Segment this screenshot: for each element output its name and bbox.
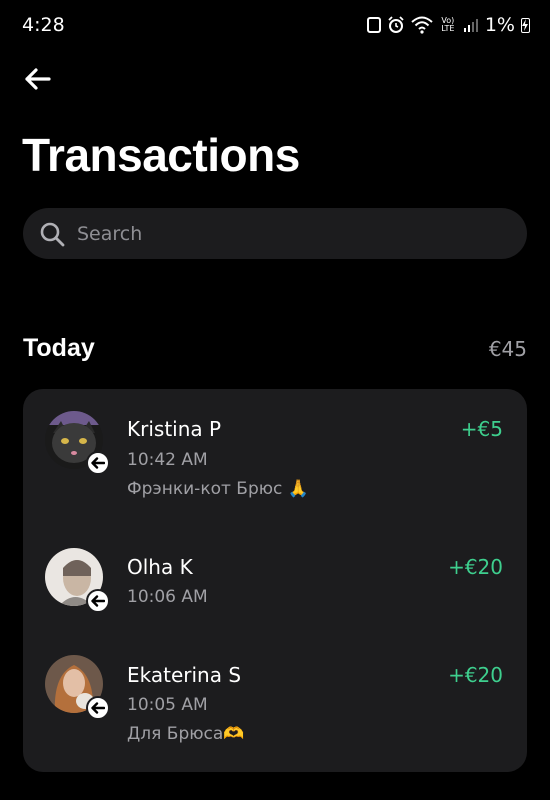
wifi-icon: [411, 16, 433, 34]
battery-charging-icon: [521, 17, 530, 33]
transaction-amount: +€20: [448, 555, 503, 579]
status-time: 4:28: [22, 14, 65, 36]
arrow-left-icon: [25, 68, 51, 90]
sim-icon: [366, 17, 381, 33]
status-icons: Vo) LTE 1%: [366, 14, 530, 36]
back-button[interactable]: [20, 64, 54, 94]
section-total: €45: [488, 336, 527, 361]
transaction-row[interactable]: Kristina P 10:42 AM Фрэнки-кот Брюс 🙏 +€…: [23, 407, 527, 507]
section-header-today: Today €45: [23, 334, 527, 363]
incoming-badge: [86, 696, 110, 720]
section-title: Today: [23, 334, 95, 362]
alarm-icon: [388, 16, 404, 33]
incoming-badge: [86, 451, 110, 475]
search-bar[interactable]: [23, 208, 527, 259]
transaction-note: Для Брюса🫶: [127, 724, 245, 744]
search-input[interactable]: [77, 222, 497, 245]
transaction-row[interactable]: Ekaterina S 10:05 AM Для Брюса🫶 +€20: [23, 655, 527, 755]
transaction-time: 10:06 AM: [127, 587, 208, 607]
signal-icon: [463, 19, 478, 32]
transaction-row[interactable]: Olha K 10:06 AM +€20: [23, 545, 527, 645]
transaction-name: Kristina P: [127, 417, 222, 441]
transaction-time: 10:05 AM: [127, 695, 208, 715]
search-icon: [40, 222, 65, 246]
incoming-arrow-icon: [91, 457, 105, 469]
transaction-time: 10:42 AM: [127, 450, 208, 470]
transaction-amount: +€5: [460, 417, 503, 441]
transaction-note: Фрэнки-кот Брюс 🙏: [127, 479, 309, 499]
incoming-badge: [86, 589, 110, 613]
transactions-card: Kristina P 10:42 AM Фрэнки-кот Брюс 🙏 +€…: [23, 389, 527, 772]
incoming-arrow-icon: [91, 702, 105, 714]
page-title: Transactions: [22, 129, 300, 181]
transaction-amount: +€20: [448, 663, 503, 687]
transaction-name: Ekaterina S: [127, 663, 242, 687]
incoming-arrow-icon: [91, 595, 105, 607]
volte-icon: Vo) LTE: [441, 16, 455, 33]
transaction-name: Olha K: [127, 555, 193, 579]
battery-percent: 1%: [484, 14, 515, 36]
status-bar: 4:28 Vo) LTE 1%: [0, 0, 550, 52]
